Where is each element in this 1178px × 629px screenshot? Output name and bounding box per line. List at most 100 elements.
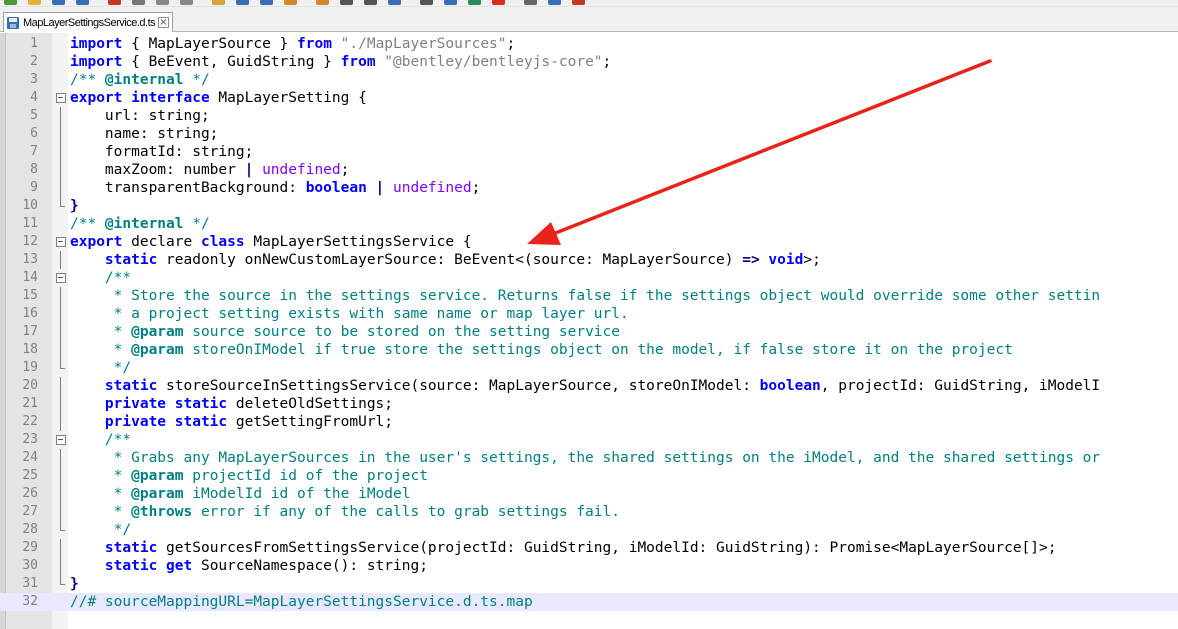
cut-icon[interactable] xyxy=(156,0,169,5)
indent-icon[interactable] xyxy=(444,0,457,5)
code-line[interactable]: 26 * @param iModelId id of the iModel xyxy=(0,485,1178,503)
code-line[interactable]: 17 * @param source source to be stored o… xyxy=(0,323,1178,341)
code-token: /** xyxy=(104,270,132,286)
zoom-out-icon[interactable] xyxy=(364,0,377,5)
code-line[interactable]: 9 transparentBackground: boolean | undef… xyxy=(0,179,1178,197)
code-line[interactable]: 24 * Grabs any MapLayerSources in the us… xyxy=(0,449,1178,467)
code-line[interactable]: 4 export interface MapLayerSetting { xyxy=(0,89,1178,107)
code-line[interactable]: 12 export declare class MapLayerSettingsS… xyxy=(0,233,1178,251)
code-token: //# sourceMappingURL=MapLayerSettingsSer… xyxy=(70,594,533,610)
code-line[interactable]: 16 * a project setting exists with same … xyxy=(0,305,1178,323)
code-token: => xyxy=(742,252,760,268)
macro-stop-icon[interactable] xyxy=(524,0,537,5)
print-icon[interactable] xyxy=(132,0,145,5)
code-line[interactable]: 25 * @param projectId id of the project xyxy=(0,467,1178,485)
save-icon xyxy=(7,16,19,29)
fold-guide xyxy=(56,413,66,431)
close-icon[interactable] xyxy=(108,0,121,5)
line-number: 26 xyxy=(22,486,38,501)
code-token: >; xyxy=(803,252,821,268)
code-line[interactable]: 31} xyxy=(0,575,1178,593)
code-line[interactable]: 6 name: string; xyxy=(0,125,1178,143)
macro-play-icon[interactable] xyxy=(548,0,561,5)
fold-guide xyxy=(56,557,66,575)
copy-icon[interactable] xyxy=(180,0,193,5)
code-line[interactable]: 3 /** @internal */ xyxy=(0,71,1178,89)
code-line[interactable]: 2 import { BeEvent, GuidString } from "@b… xyxy=(0,53,1178,71)
fold-toggle-icon[interactable] xyxy=(56,269,66,287)
code-line[interactable]: 14 /** xyxy=(0,269,1178,287)
code-line[interactable]: 7 formatId: string; xyxy=(0,143,1178,161)
code-line[interactable]: 19 */ xyxy=(0,359,1178,377)
fold-toggle-icon[interactable] xyxy=(56,233,66,251)
tab-file[interactable]: MapLayerSettingsService.d.ts × xyxy=(3,12,173,32)
code-line[interactable]: 18 * @param storeOnIModel if true store … xyxy=(0,341,1178,359)
wrap-icon[interactable] xyxy=(420,0,433,5)
line-number: 19 xyxy=(22,360,38,375)
code-token: url: string; xyxy=(70,108,210,124)
code-token: getSourcesFromSettingsService(projectId:… xyxy=(157,540,1057,556)
code-line[interactable]: 30 static get SourceNamespace(): string; xyxy=(0,557,1178,575)
fold-guide xyxy=(56,161,66,179)
code-token: undefined xyxy=(393,180,472,196)
line-number: 11 xyxy=(22,216,38,231)
line-number: 7 xyxy=(30,144,38,159)
code-line[interactable]: 22 private static getSettingFromUrl; xyxy=(0,413,1178,431)
code-text: } xyxy=(70,575,79,593)
code-line[interactable]: 11 /** @internal */ xyxy=(0,215,1178,233)
paste-icon[interactable] xyxy=(212,0,225,5)
find-icon[interactable] xyxy=(284,0,297,5)
code-line[interactable]: 21 private static deleteOldSettings; xyxy=(0,395,1178,413)
code-line[interactable]: 13 static readonly onNewCustomLayerSourc… xyxy=(0,251,1178,269)
line-number: 24 xyxy=(22,450,38,465)
code-token: */ xyxy=(183,72,210,88)
code-line[interactable]: 27 * @throws error if any of the calls t… xyxy=(0,503,1178,521)
fold-toggle-icon[interactable] xyxy=(56,89,66,107)
fold-toggle-icon[interactable] xyxy=(56,431,66,449)
fold-guide xyxy=(56,395,66,413)
line-number: 29 xyxy=(22,540,38,555)
code-line[interactable]: 32 //# sourceMappingURL=MapLayerSettingsS… xyxy=(0,593,1178,611)
code-token: ; xyxy=(602,54,612,70)
code-token: } xyxy=(70,198,79,214)
new-file-icon[interactable] xyxy=(4,0,17,5)
line-number: 27 xyxy=(22,504,38,519)
line-number: 13 xyxy=(22,252,38,267)
code-line[interactable]: 10} xyxy=(0,197,1178,215)
code-line[interactable]: 8 maxZoom: number | undefined; xyxy=(0,161,1178,179)
code-editor[interactable]: 1 import { MapLayerSource } from "./MapLa… xyxy=(0,33,1178,629)
code-token: @internal xyxy=(104,72,184,88)
code-line[interactable]: 29 static getSourcesFromSettingsService(… xyxy=(0,539,1178,557)
open-folder-icon[interactable] xyxy=(28,0,41,5)
save-all-icon[interactable] xyxy=(76,0,89,5)
code-line[interactable]: 5 url: string; xyxy=(0,107,1178,125)
code-line[interactable]: 15 * Store the source in the settings se… xyxy=(0,287,1178,305)
code-token: * xyxy=(70,324,132,340)
code-token: @param xyxy=(131,486,184,502)
code-line[interactable]: 1 import { MapLayerSource } from "./MapLa… xyxy=(0,35,1178,53)
code-token: @internal xyxy=(104,216,184,232)
code-token: * xyxy=(70,468,132,484)
line-number: 3 xyxy=(30,72,38,87)
line-number: 30 xyxy=(22,558,38,573)
code-token: , projectId: GuidString, iModelI xyxy=(820,378,1101,394)
spellcheck-icon[interactable] xyxy=(572,0,585,5)
sync-icon[interactable] xyxy=(388,0,401,5)
undo-icon[interactable] xyxy=(236,0,249,5)
code-line[interactable]: 28 */ xyxy=(0,521,1178,539)
save-icon[interactable] xyxy=(52,0,65,5)
code-token: private static xyxy=(104,414,228,430)
code-text: name: string; xyxy=(70,125,219,143)
code-line[interactable]: 23 /** xyxy=(0,431,1178,449)
zoom-in-icon[interactable] xyxy=(340,0,353,5)
code-text: * a project setting exists with same nam… xyxy=(70,305,629,323)
redo-icon[interactable] xyxy=(260,0,273,5)
macro-record-icon[interactable] xyxy=(492,0,505,5)
bookmark-icon[interactable] xyxy=(468,0,481,5)
replace-icon[interactable] xyxy=(316,0,329,5)
code-line[interactable]: 20 static storeSourceInSettingsService(s… xyxy=(0,377,1178,395)
close-icon[interactable]: × xyxy=(158,17,169,28)
